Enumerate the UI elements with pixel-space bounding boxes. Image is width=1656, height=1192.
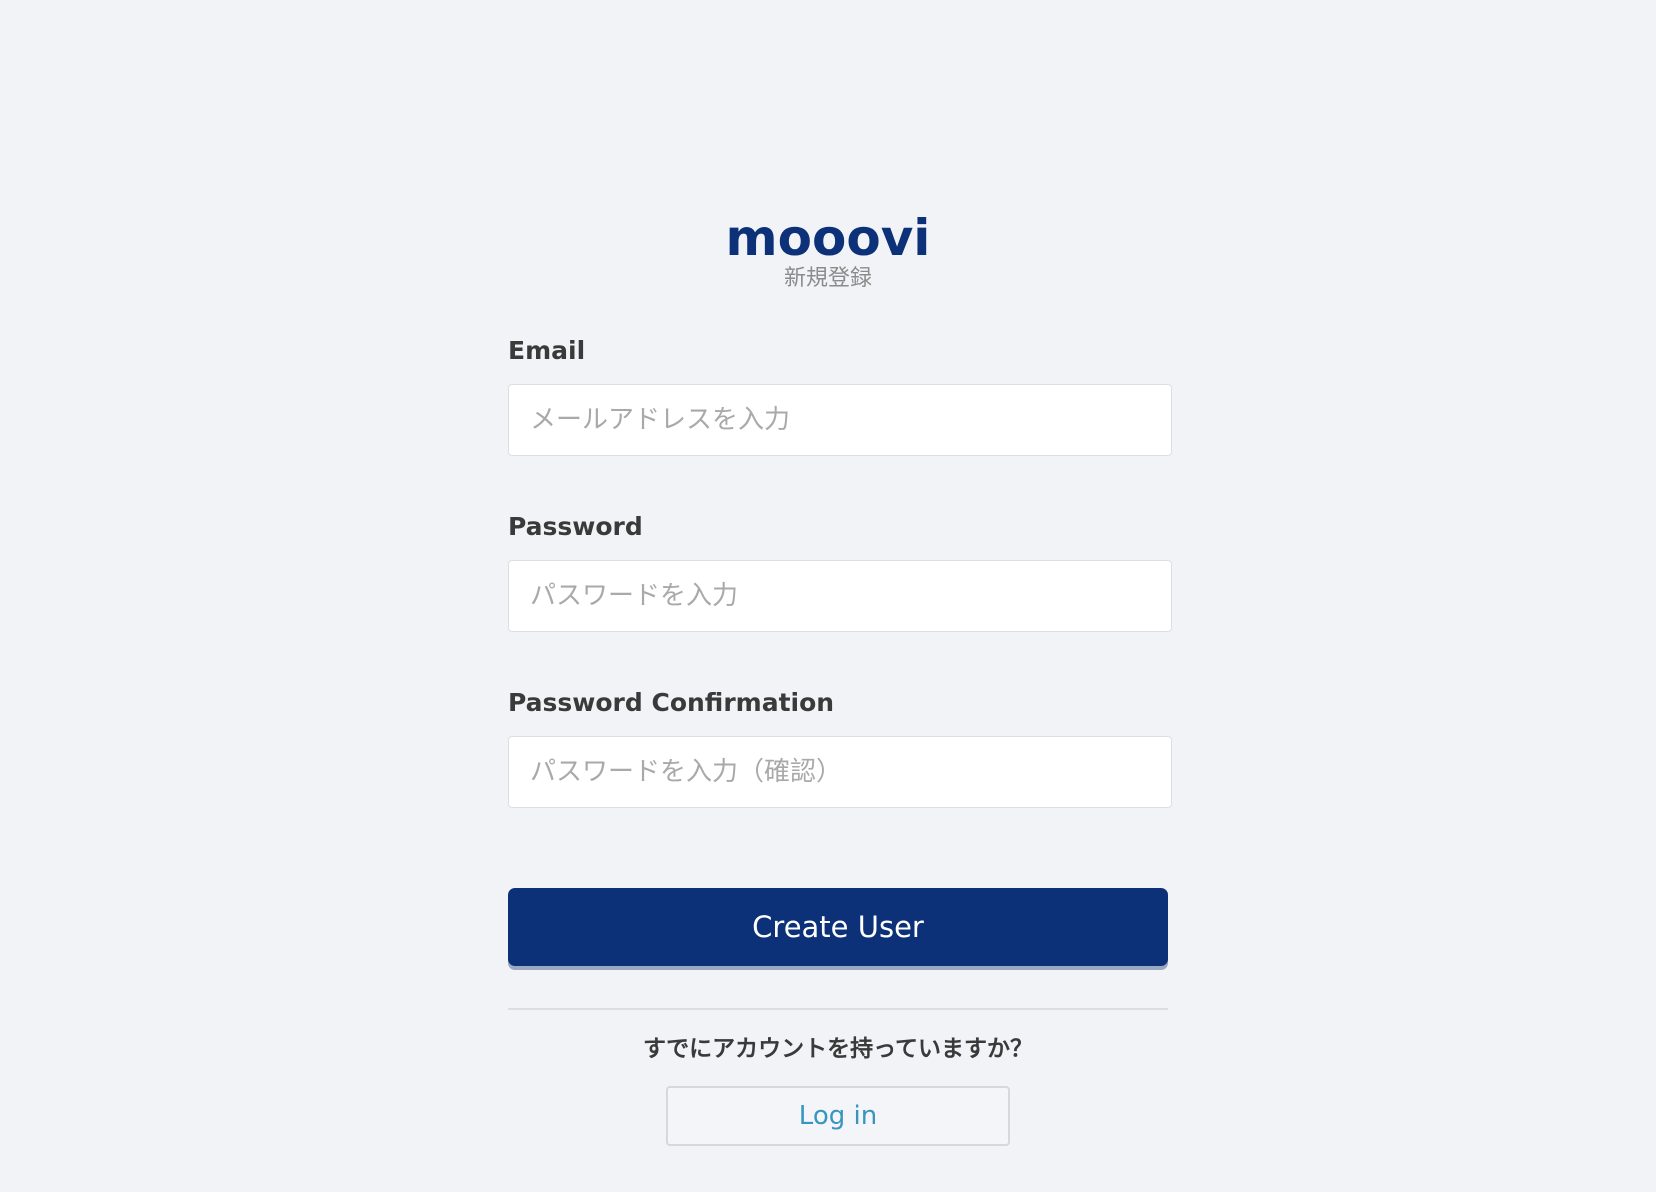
login-button[interactable]: Log in [666, 1086, 1010, 1146]
signup-form: Email Password Password Confirmation [508, 336, 1172, 808]
account-prompt-text: すでにアカウントを持っていますか？ [642, 1036, 1034, 1062]
password-field-group: Password [508, 512, 1172, 632]
password-field[interactable] [508, 560, 1172, 632]
logo[interactable]: mooovi [0, 210, 1656, 266]
page-subtitle: 新規登録 [783, 266, 872, 291]
create-user-button[interactable]: Create User [508, 888, 1168, 966]
password-confirmation-label: Password Confirmation [508, 688, 835, 717]
divider [508, 1008, 1168, 1010]
email-label: Email [508, 336, 586, 365]
email-field[interactable] [508, 384, 1172, 456]
email-field-group: Email [508, 336, 1172, 456]
password-label: Password [508, 512, 643, 541]
password-confirmation-field[interactable] [508, 736, 1172, 808]
page-header: mooovi 新規登録 [0, 210, 1656, 294]
password-confirmation-field-group: Password Confirmation [508, 688, 1172, 808]
